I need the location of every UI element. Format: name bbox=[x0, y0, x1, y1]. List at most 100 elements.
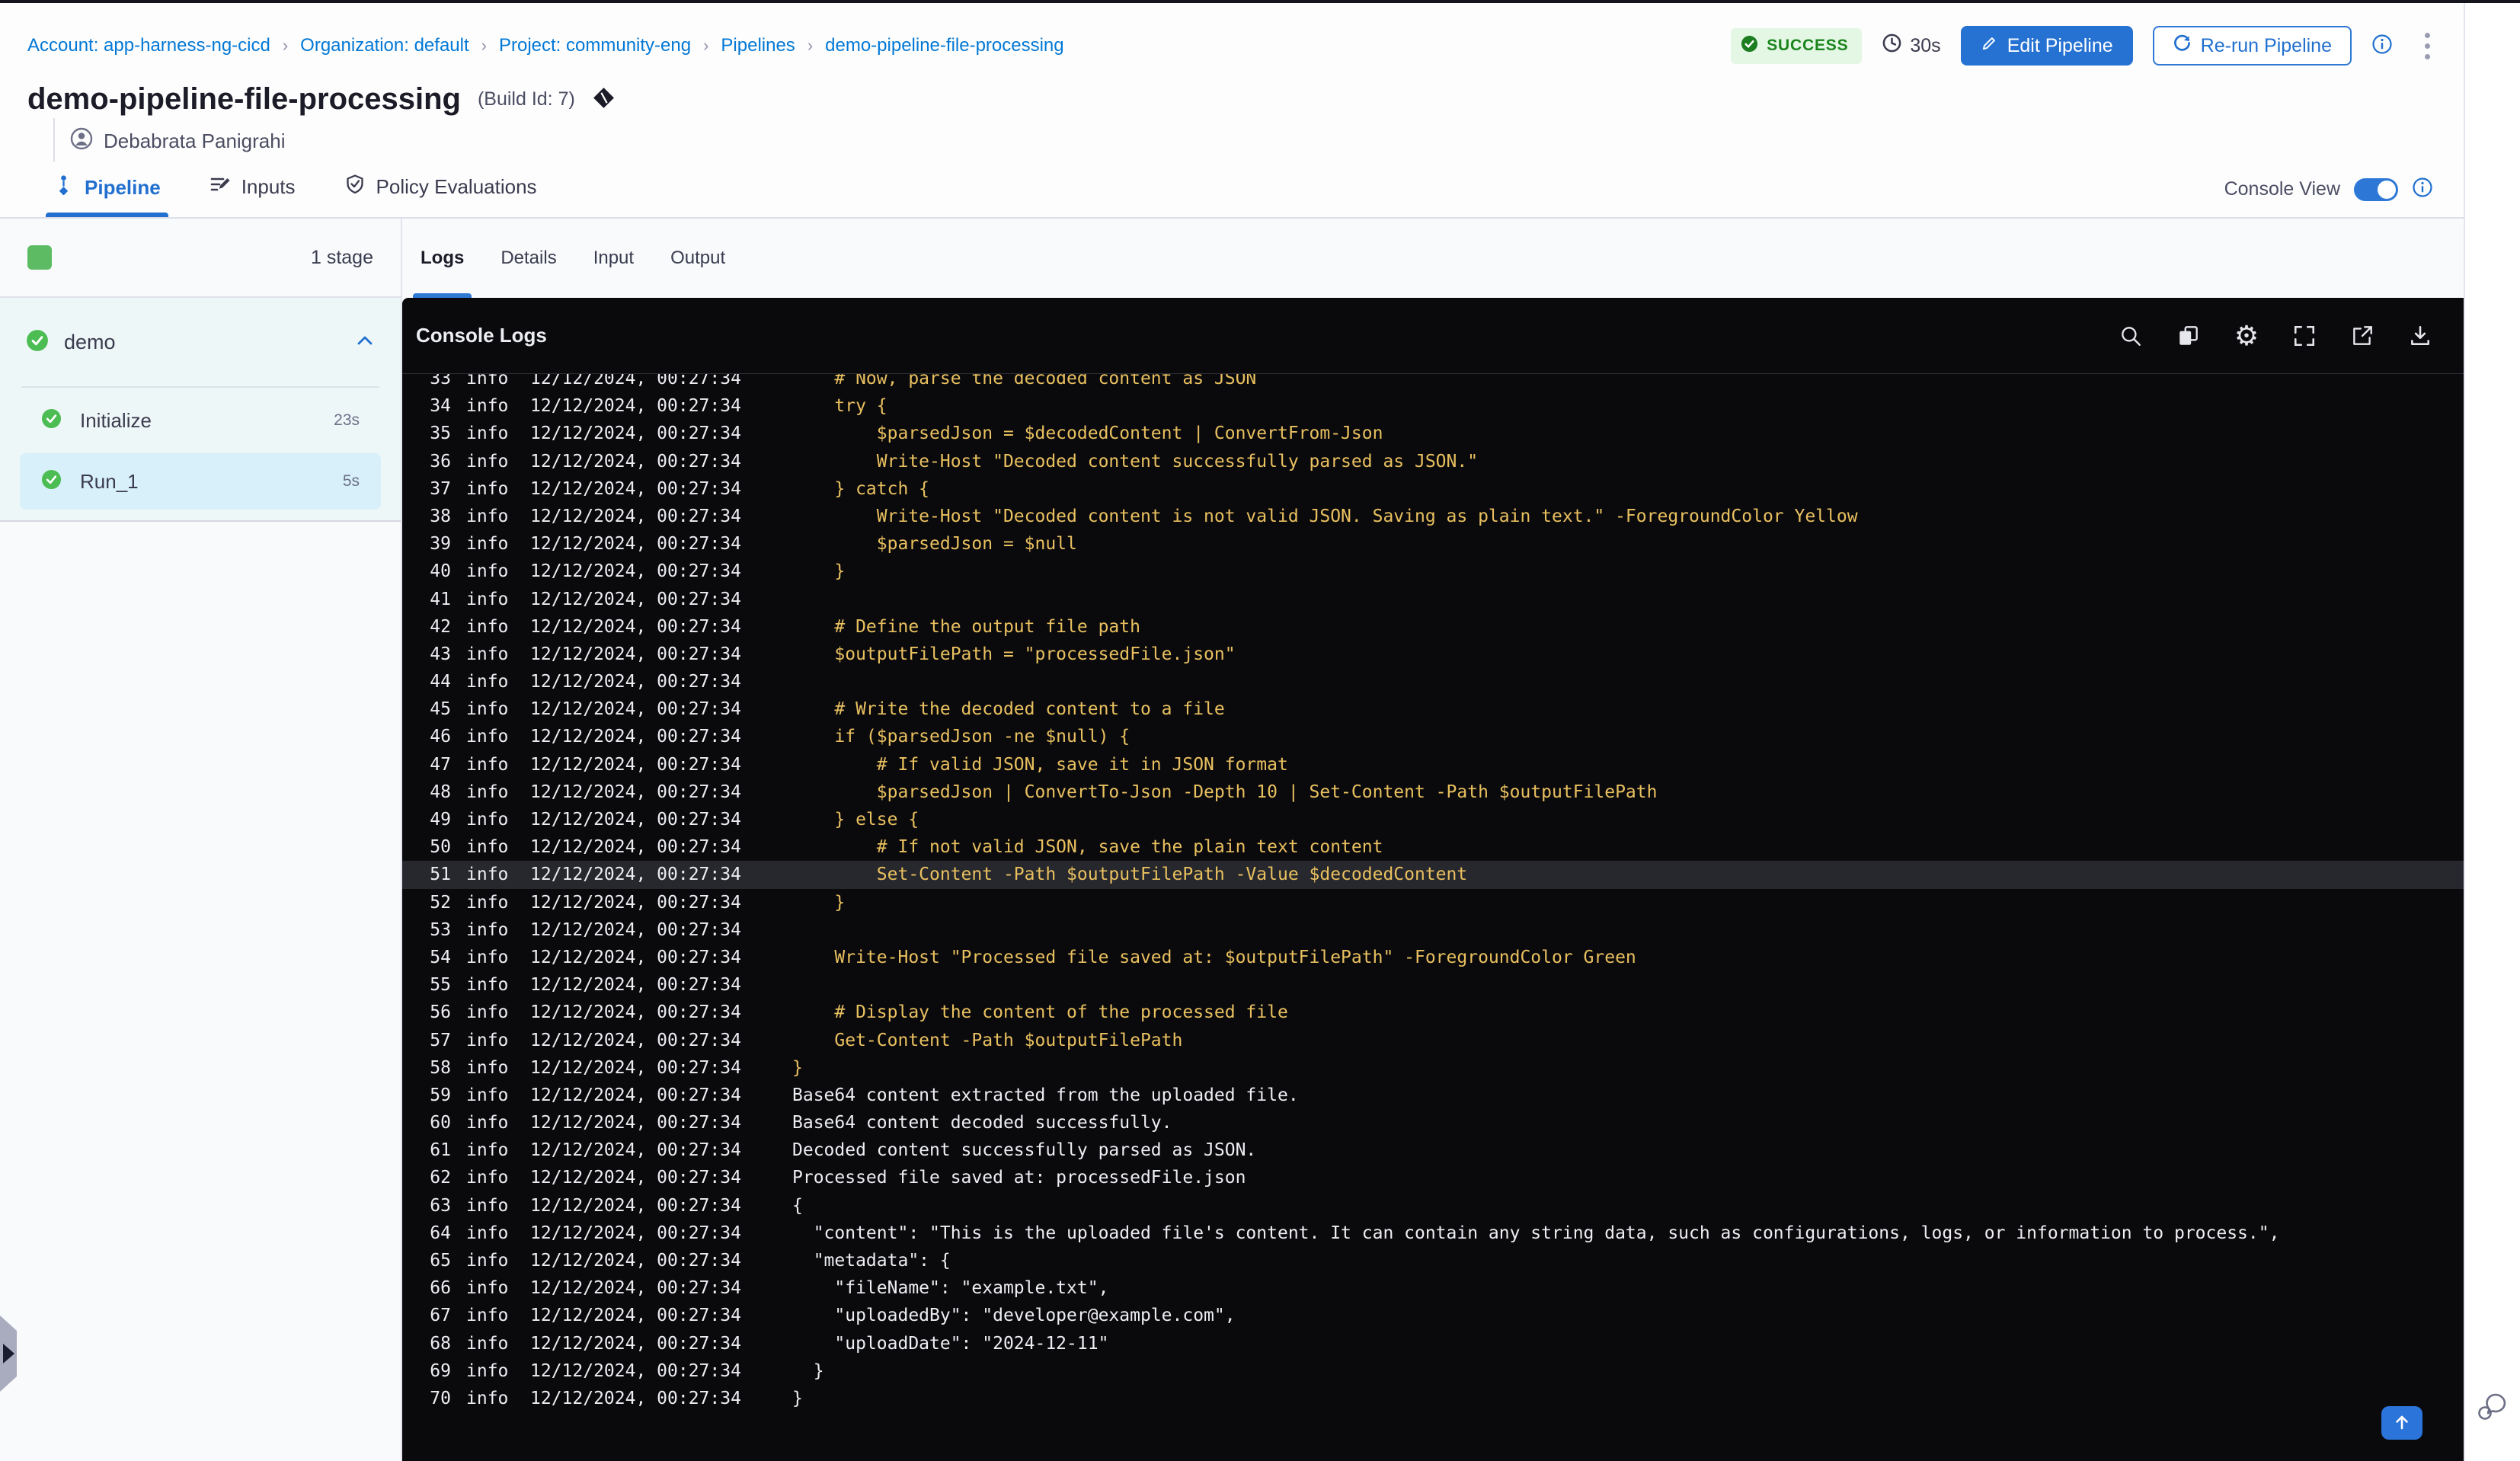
log-row: 58 info 12/12/2024, 00:27:34} bbox=[402, 1054, 2464, 1082]
rerun-pipeline-button[interactable]: Re-run Pipeline bbox=[2152, 26, 2352, 66]
console-view-info-icon[interactable] bbox=[2412, 177, 2433, 202]
log-line-number: 70 bbox=[430, 1388, 451, 1408]
log-level: info bbox=[466, 1388, 509, 1408]
log-message: Get-Content -Path $outputFilePath bbox=[792, 1030, 1183, 1050]
log-row: 50 info 12/12/2024, 00:27:34 # If not vali… bbox=[402, 833, 2464, 861]
tab-details[interactable]: Details bbox=[500, 219, 556, 298]
log-line-number: 69 bbox=[430, 1360, 451, 1381]
log-line-number: 38 bbox=[430, 506, 451, 526]
log-timestamp: 12/12/2024, 00:27:34 bbox=[530, 1306, 741, 1326]
log-message: # If not valid JSON, save the plain text… bbox=[792, 837, 1383, 858]
log-timestamp: 12/12/2024, 00:27:34 bbox=[530, 1002, 741, 1023]
log-level: info bbox=[466, 1195, 509, 1216]
tab-logs[interactable]: Logs bbox=[412, 219, 472, 298]
log-message: # Write the decoded content to a file bbox=[792, 699, 1225, 720]
breadcrumb-item[interactable]: Account: app-harness-ng-cicd bbox=[27, 35, 270, 56]
edit-pipeline-button[interactable]: Edit Pipeline bbox=[1960, 26, 2133, 66]
log-timestamp: 12/12/2024, 00:27:34 bbox=[530, 589, 741, 609]
log-level: info bbox=[466, 478, 509, 499]
stages-sidebar: 1 stage demo Initialize 23s Run_1 5s bbox=[0, 219, 402, 1461]
log-line-number: 42 bbox=[430, 616, 451, 637]
edit-pipeline-label: Edit Pipeline bbox=[2007, 34, 2113, 56]
log-lines: 33 info 12/12/2024, 00:27:34 # Now, parse … bbox=[402, 374, 2464, 1412]
log-row: 56 info 12/12/2024, 00:27:34 # Display the… bbox=[402, 999, 2464, 1026]
right-rail bbox=[2465, 3, 2520, 1461]
log-level: info bbox=[466, 1360, 509, 1381]
log-row: 39 info 12/12/2024, 00:27:34 $parsedJson =… bbox=[402, 530, 2464, 558]
tab-inputs-label: Inputs bbox=[241, 175, 296, 198]
log-row: 46 info 12/12/2024, 00:27:34 if ($parsedJs… bbox=[402, 723, 2464, 750]
tab-policy-evaluations[interactable]: Policy Evaluations bbox=[344, 174, 537, 217]
more-options-menu[interactable] bbox=[2417, 28, 2438, 64]
fullscreen-icon[interactable] bbox=[2291, 323, 2317, 349]
help-chat-icon[interactable] bbox=[2476, 1392, 2509, 1426]
log-row: 35 info 12/12/2024, 00:27:34 $parsedJson =… bbox=[402, 420, 2464, 447]
log-row: 41 info 12/12/2024, 00:27:34 bbox=[402, 586, 2464, 613]
open-in-new-icon[interactable] bbox=[2349, 323, 2375, 349]
log-line-number: 56 bbox=[430, 1002, 451, 1023]
log-row: 49 info 12/12/2024, 00:27:34 } else { bbox=[402, 806, 2464, 833]
log-line-number: 68 bbox=[430, 1333, 451, 1354]
log-timestamp: 12/12/2024, 00:27:34 bbox=[530, 1113, 741, 1133]
log-row: 48 info 12/12/2024, 00:27:34 $parsedJson |… bbox=[402, 778, 2464, 806]
settings-icon[interactable]: ⚙ bbox=[2234, 321, 2259, 349]
scroll-to-top-button[interactable] bbox=[2381, 1406, 2422, 1440]
log-timestamp: 12/12/2024, 00:27:34 bbox=[530, 506, 741, 526]
log-row: 62 info 12/12/2024, 00:27:34 Processed file… bbox=[402, 1164, 2464, 1191]
breadcrumb-item[interactable]: demo-pipeline-file-processing bbox=[825, 35, 1064, 56]
step-run-1[interactable]: Run_1 5s bbox=[20, 453, 381, 510]
log-level: info bbox=[466, 919, 509, 940]
stage-group-header[interactable]: demo bbox=[0, 298, 401, 386]
log-row: 36 info 12/12/2024, 00:27:34 Write-Host "D… bbox=[402, 448, 2464, 475]
header-row: Account: app-harness-ng-cicd › Organizatio… bbox=[0, 3, 2464, 66]
log-row: 67 info 12/12/2024, 00:27:34 "uploadedBy":… bbox=[402, 1302, 2464, 1329]
log-message bbox=[792, 916, 2464, 944]
log-level: info bbox=[466, 396, 509, 417]
tab-output[interactable]: Output bbox=[670, 219, 725, 298]
info-icon[interactable] bbox=[2371, 34, 2393, 59]
log-message: } bbox=[792, 1388, 803, 1408]
log-line-number: 58 bbox=[430, 1057, 451, 1078]
log-line-number: 44 bbox=[430, 672, 451, 692]
chevron-up-icon[interactable] bbox=[355, 332, 375, 353]
console-view-label: Console View bbox=[2224, 178, 2340, 200]
log-message: $parsedJson = $decodedContent | ConvertF… bbox=[792, 424, 1383, 444]
header-actions: SUCCESS 30s Edit Pipeline Re-run Pipelin… bbox=[1731, 26, 2438, 66]
log-level: info bbox=[466, 644, 509, 664]
log-level: info bbox=[466, 561, 509, 582]
download-icon[interactable] bbox=[2407, 323, 2433, 349]
breadcrumb-item[interactable]: Pipelines bbox=[721, 35, 795, 56]
log-line-number: 59 bbox=[430, 1085, 451, 1105]
log-viewport[interactable]: 33 info 12/12/2024, 00:27:34 # Now, parse … bbox=[402, 374, 2464, 1461]
log-message: } catch { bbox=[792, 478, 930, 499]
search-icon[interactable] bbox=[2118, 323, 2144, 349]
log-level: info bbox=[466, 727, 509, 747]
breadcrumb-item[interactable]: Project: community-eng bbox=[499, 35, 691, 56]
log-timestamp: 12/12/2024, 00:27:34 bbox=[530, 837, 741, 858]
step-initialize[interactable]: Initialize 23s bbox=[20, 392, 381, 449]
log-timestamp: 12/12/2024, 00:27:34 bbox=[530, 1085, 741, 1105]
log-timestamp: 12/12/2024, 00:27:34 bbox=[530, 754, 741, 775]
log-message: Write-Host "Decoded content successfully… bbox=[792, 451, 1479, 472]
log-message: "metadata": { bbox=[792, 1251, 951, 1271]
log-row: 60 info 12/12/2024, 00:27:34 Base64 content… bbox=[402, 1109, 2464, 1137]
tab-inputs[interactable]: Inputs bbox=[209, 174, 296, 217]
tab-pipeline[interactable]: Pipeline bbox=[46, 174, 168, 217]
log-line-number: 48 bbox=[430, 782, 451, 802]
duration: 30s bbox=[1882, 33, 1941, 59]
tab-input[interactable]: Input bbox=[593, 219, 634, 298]
log-message: Base64 content decoded successfully. bbox=[792, 1113, 1172, 1133]
log-level: info bbox=[466, 699, 509, 720]
log-message: $outputFilePath = "processedFile.json" bbox=[792, 644, 1236, 664]
breadcrumb-item[interactable]: Organization: default bbox=[300, 35, 469, 56]
rerun-pipeline-label: Re-run Pipeline bbox=[2200, 34, 2332, 56]
log-level: info bbox=[466, 1140, 509, 1161]
log-row: 37 info 12/12/2024, 00:27:34 } catch { bbox=[402, 475, 2464, 503]
console-view-toggle[interactable] bbox=[2354, 177, 2398, 201]
log-row: 42 info 12/12/2024, 00:27:34 # Define the … bbox=[402, 613, 2464, 641]
log-message: } bbox=[792, 561, 846, 582]
log-level: info bbox=[466, 1113, 509, 1133]
log-row: 54 info 12/12/2024, 00:27:34 Write-Host "P… bbox=[402, 944, 2464, 971]
log-line-number: 53 bbox=[430, 919, 451, 940]
copy-icon[interactable] bbox=[2176, 323, 2202, 349]
